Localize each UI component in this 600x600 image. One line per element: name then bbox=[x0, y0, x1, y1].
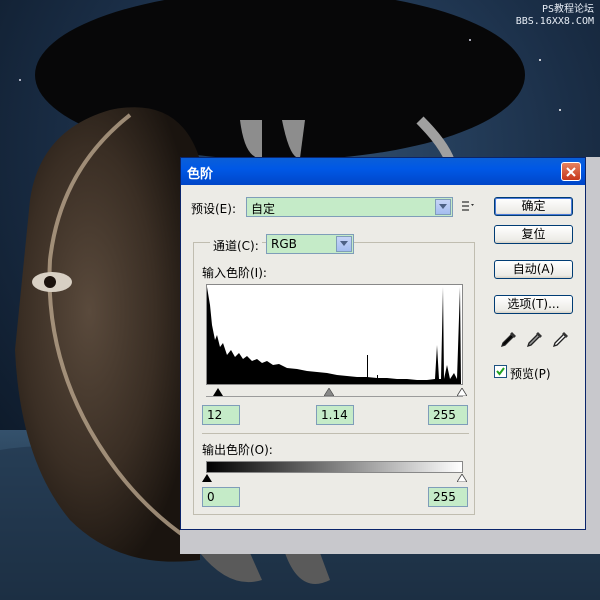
input-slider-track bbox=[206, 396, 463, 397]
close-icon bbox=[566, 167, 576, 177]
dropdown-arrow-icon bbox=[435, 199, 451, 215]
output-levels-label: 输出色阶(O): bbox=[202, 443, 273, 457]
input-gamma-slider[interactable] bbox=[324, 388, 334, 396]
preset-value: 自定 bbox=[251, 202, 276, 216]
input-black-field[interactable]: 12 bbox=[202, 405, 240, 425]
preset-label: 预设(E): bbox=[191, 202, 236, 216]
output-gradient-bar bbox=[206, 461, 463, 473]
watermark-line-1: PS教程论坛 bbox=[541, 4, 594, 15]
channel-select[interactable]: RGB bbox=[266, 234, 354, 254]
histogram-plot bbox=[207, 287, 461, 384]
auto-button[interactable]: 自动(A) bbox=[494, 260, 573, 279]
dropdown-arrow-icon bbox=[336, 236, 352, 252]
output-black-field[interactable]: 0 bbox=[202, 487, 240, 507]
histogram bbox=[206, 284, 463, 385]
preset-menu-icon[interactable] bbox=[461, 199, 475, 213]
output-white-field[interactable]: 255 bbox=[428, 487, 468, 507]
checkmark-icon bbox=[496, 367, 505, 376]
input-levels-label: 输入色阶(I): bbox=[202, 266, 267, 280]
output-black-slider[interactable] bbox=[202, 474, 212, 482]
input-white-field[interactable]: 255 bbox=[428, 405, 468, 425]
input-gamma-field[interactable]: 1.14 bbox=[316, 405, 354, 425]
dialog-titlebar[interactable]: 色阶 bbox=[181, 158, 585, 185]
dialog-shadow-bottom bbox=[180, 530, 600, 554]
close-button[interactable] bbox=[561, 162, 581, 181]
reset-button[interactable]: 复位 bbox=[494, 225, 573, 244]
separator bbox=[202, 433, 469, 434]
input-white-slider[interactable] bbox=[457, 388, 467, 396]
channel-label: 通道(C): bbox=[210, 237, 262, 254]
preview-label: 预览(P) bbox=[510, 367, 551, 381]
dialog-title: 色阶 bbox=[187, 167, 214, 182]
options-button[interactable]: 选项(T)... bbox=[494, 295, 573, 314]
preset-select[interactable]: 自定 bbox=[246, 197, 453, 217]
white-eyedropper-icon[interactable] bbox=[552, 330, 570, 348]
output-white-slider[interactable] bbox=[457, 474, 467, 482]
watermark-line-2: BBS.16XX8.COM bbox=[515, 16, 594, 27]
gray-eyedropper-icon[interactable] bbox=[526, 330, 544, 348]
channel-value: RGB bbox=[271, 237, 297, 251]
watermark: PS教程论坛 BBS.16XX8.COM bbox=[516, 4, 594, 28]
preview-checkbox[interactable] bbox=[494, 365, 507, 378]
ok-button[interactable]: 确定 bbox=[494, 197, 573, 216]
dialog-shadow-right bbox=[586, 157, 600, 554]
black-eyedropper-icon[interactable] bbox=[500, 330, 518, 348]
input-black-slider[interactable] bbox=[213, 388, 223, 396]
